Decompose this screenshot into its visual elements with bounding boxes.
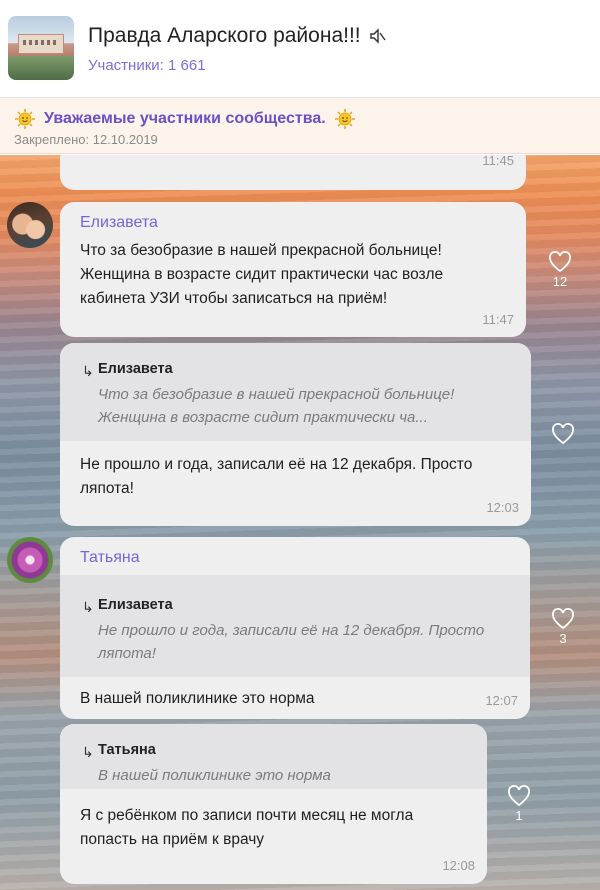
message-bubble[interactable]: Татьяна ↳ Елизавета Не прошло и года, за…: [60, 537, 530, 719]
pinned-date: Закреплено: 12.10.2019: [14, 132, 158, 147]
reply-quote[interactable]: ↳ Елизавета Не прошло и года, записали е…: [60, 575, 530, 677]
sun-icon: [15, 109, 35, 129]
message-time: 12:08: [442, 858, 475, 873]
reply-arrow-icon: ↳: [82, 744, 94, 760]
reply-arrow-icon: ↳: [82, 363, 94, 379]
message-bubble[interactable]: Елизавета Что за безобразие в нашей прек…: [60, 202, 526, 337]
like-button[interactable]: 12: [530, 251, 590, 289]
quote-text: Не прошло и года, записали её на 12 дека…: [98, 622, 485, 662]
group-avatar[interactable]: [8, 16, 74, 80]
reply-quote[interactable]: ↳ Татьяна В нашей поликлинике это норма: [60, 724, 487, 789]
message-text: Что за безобразие в нашей прекрасной бол…: [80, 242, 444, 307]
like-count: 12: [552, 274, 568, 289]
avatar[interactable]: [7, 537, 53, 583]
chat-header: Правда Аларского района!!! Участники: 1 …: [0, 0, 600, 98]
message-time: 11:47: [482, 312, 514, 327]
like-button[interactable]: 1: [489, 785, 549, 823]
message-author[interactable]: Татьяна: [80, 549, 140, 567]
pinned-text-row: Уважаемые участники сообщества.: [14, 108, 356, 130]
heart-icon: [552, 608, 574, 630]
message-time: 11:45: [482, 155, 514, 168]
message-text: Не прошло и года, записали её на 12 дека…: [80, 456, 473, 497]
like-count: 3: [559, 631, 567, 646]
like-count: 1: [515, 808, 523, 823]
quote-text: В нашей поликлинике это норма: [98, 767, 331, 784]
like-button[interactable]: [533, 423, 593, 446]
quote-text: Что за безобразие в нашей прекрасной бол…: [98, 386, 455, 426]
chat-area[interactable]: 11:45 Елизавета Что за безобразие в наше…: [0, 155, 600, 890]
message-bubble[interactable]: ↳ Татьяна В нашей поликлинике это норма …: [60, 724, 487, 884]
message-author[interactable]: Елизавета: [80, 214, 158, 232]
quote-author: Елизавета: [98, 597, 173, 613]
mute-icon: [369, 28, 386, 44]
heart-icon: [508, 785, 530, 807]
group-title-text: Правда Аларского района!!!: [88, 24, 361, 47]
message-text: В нашей поликлинике это норма: [80, 690, 315, 707]
message-time: 12:03: [486, 500, 519, 515]
sun-icon: [334, 109, 355, 129]
message-bubble[interactable]: 11:45: [60, 155, 526, 190]
pinned-message[interactable]: Уважаемые участники сообщества. Закрепле…: [0, 98, 600, 154]
heart-icon: [549, 251, 571, 273]
reply-quote[interactable]: ↳ Елизавета Что за безобразие в нашей пр…: [60, 343, 531, 441]
pinned-text: Уважаемые участники сообщества.: [44, 110, 326, 127]
message-time: 12:07: [485, 693, 518, 708]
message-bubble[interactable]: ↳ Елизавета Что за безобразие в нашей пр…: [60, 343, 531, 526]
reply-arrow-icon: ↳: [82, 599, 94, 615]
message-text: Я с ребёнком по записи почти месяц не мо…: [80, 807, 414, 848]
members-count[interactable]: Участники: 1 661: [88, 57, 206, 74]
avatar[interactable]: [7, 202, 53, 248]
heart-icon: [552, 423, 574, 445]
quote-author: Елизавета: [98, 361, 173, 377]
quote-author: Татьяна: [98, 742, 156, 758]
like-button[interactable]: 3: [533, 608, 593, 646]
group-title[interactable]: Правда Аларского района!!!: [88, 24, 387, 48]
